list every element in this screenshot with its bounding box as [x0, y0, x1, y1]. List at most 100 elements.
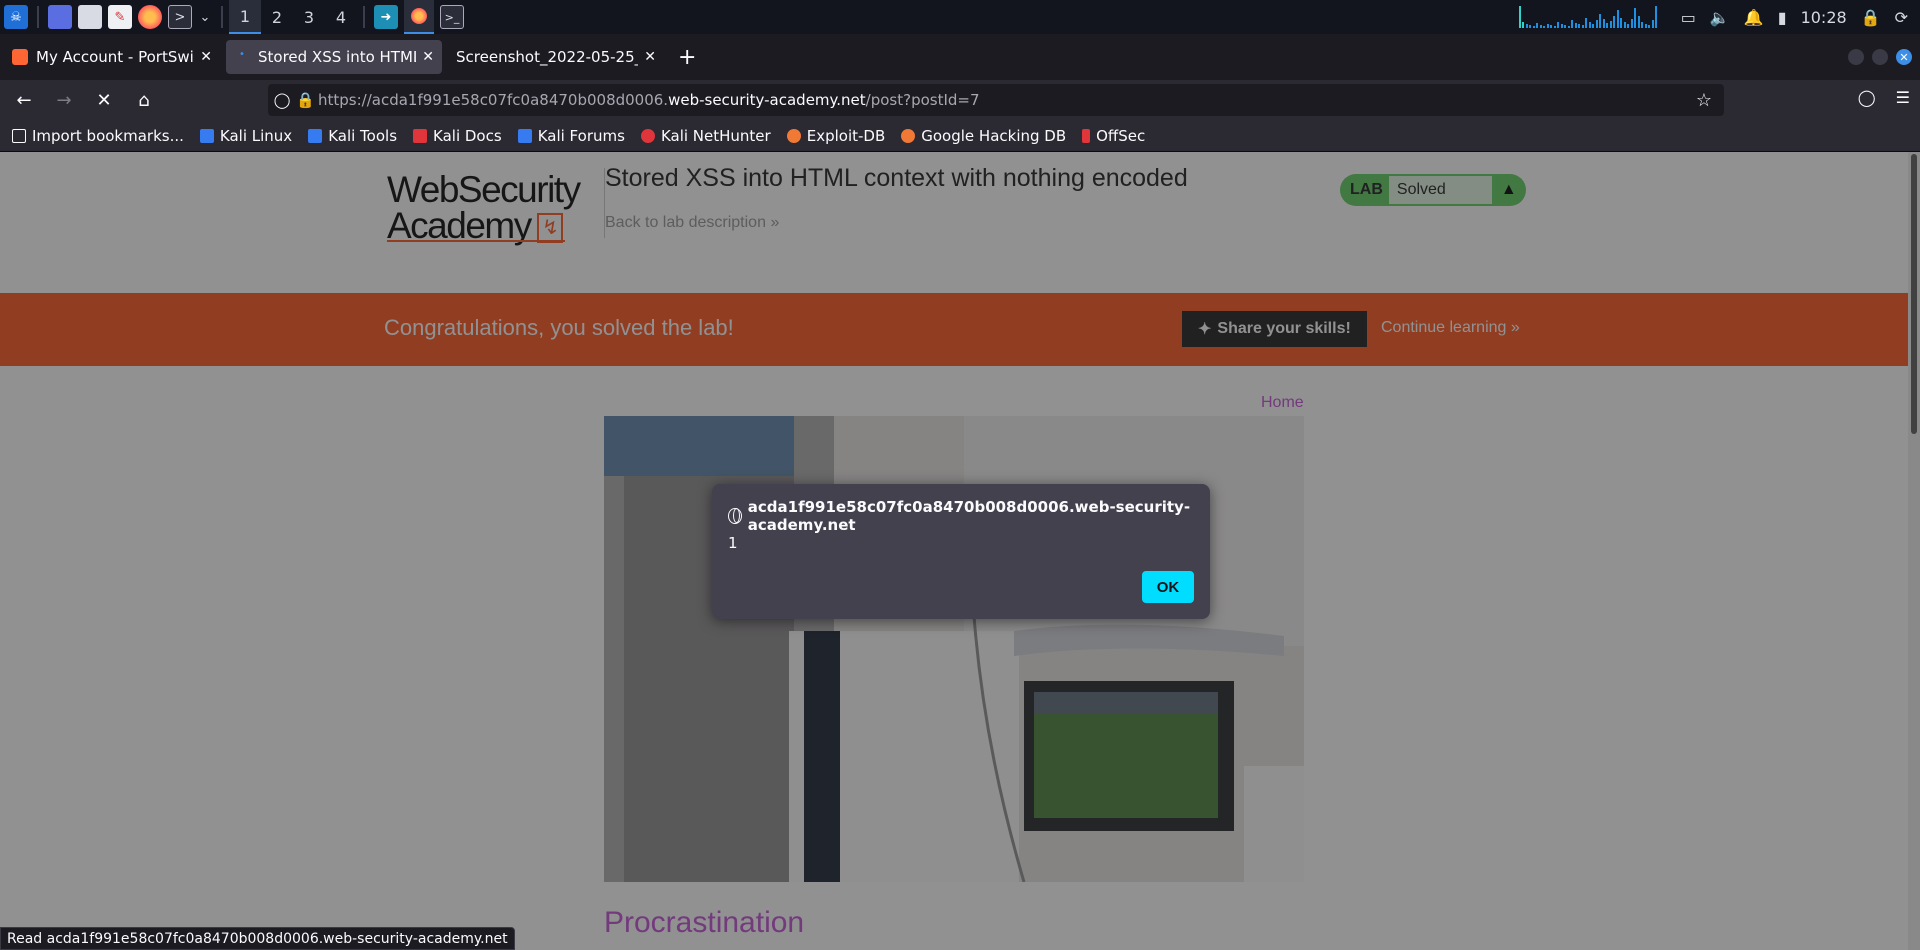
workspace-3[interactable]: 3: [293, 0, 325, 34]
pocket-icon[interactable]: ◯: [1858, 88, 1876, 107]
terminal-icon[interactable]: >: [168, 5, 192, 29]
cpu-graph-bar: [1637, 16, 1640, 28]
browser-tab[interactable]: Screenshot_2022-05-25_09_ ✕: [448, 40, 664, 74]
cpu-graph-bar: [1592, 24, 1595, 28]
battery-icon[interactable]: ▮: [1778, 8, 1787, 27]
dialog-message: 1: [728, 534, 738, 552]
url-domain: web-security-academy.net: [668, 91, 866, 109]
cpu-graph-bar: [1581, 25, 1584, 28]
cpu-graph-bar: [1536, 23, 1539, 28]
bookmark-kali-nethunter[interactable]: Kali NetHunter: [640, 126, 771, 145]
bookmark-star-icon[interactable]: ☆: [1696, 90, 1712, 111]
cpu-graph-bar: [1522, 22, 1525, 28]
bookmark-label: Kali NetHunter: [660, 126, 771, 145]
cpu-graph-bar: [1571, 20, 1574, 28]
shield-icon[interactable]: ◯: [268, 91, 296, 109]
browser-nav-bar: ← → ✕ ⌂ ◯ 🔒 https://acda1f991e58c07fc0a8…: [0, 80, 1920, 120]
portswigger-favicon-icon: [12, 49, 28, 65]
url-bar[interactable]: ◯ 🔒 https://acda1f991e58c07fc0a8470b008d…: [268, 84, 1724, 116]
url-path: /post?postId=7: [865, 91, 980, 109]
browser-tab-strip: My Account - PortSwigger ✕ • Stored XSS …: [0, 34, 1920, 80]
cpu-graph-bar: [1585, 18, 1588, 28]
workspace-4[interactable]: 4: [325, 0, 357, 34]
exploit-db-icon: [786, 128, 801, 143]
volume-icon[interactable]: 🔈: [1710, 8, 1730, 27]
bookmark-label: Kali Tools: [328, 126, 398, 145]
firefox-icon[interactable]: [138, 5, 162, 29]
cpu-graph-bar: [1567, 26, 1570, 28]
bookmark-offsec[interactable]: OffSec: [1082, 127, 1145, 145]
offsec-icon: [1082, 128, 1091, 143]
cpu-graph-bar: [1609, 21, 1612, 28]
cpu-graph-bar: [1630, 19, 1633, 28]
close-icon[interactable]: ✕: [644, 49, 656, 65]
kali-menu-icon[interactable]: ☠: [4, 5, 28, 29]
home-icon[interactable]: ⌂: [128, 84, 160, 116]
firefox-window-icon[interactable]: [404, 0, 434, 34]
browser-tab[interactable]: My Account - PortSwigger ✕: [4, 40, 220, 74]
desktop-icon[interactable]: [48, 5, 72, 29]
tab-label: Screenshot_2022-05-25_09_: [456, 48, 638, 66]
cpu-graph-bar: [1634, 8, 1637, 28]
lock-icon[interactable]: 🔒: [296, 91, 315, 109]
burp-window-icon[interactable]: ➜: [374, 5, 398, 29]
ok-button[interactable]: OK: [1142, 571, 1194, 603]
cpu-graph-bar: [1560, 24, 1563, 28]
taskbar-separator: [37, 6, 39, 28]
bookmark-label: Exploit-DB: [806, 126, 886, 145]
cpu-graph-bar: [1620, 18, 1623, 28]
lock-icon[interactable]: 🔒: [1861, 8, 1881, 27]
cpu-graph-bar: [1595, 20, 1598, 28]
browser-tab-active[interactable]: • Stored XSS into HTML con ✕: [226, 40, 442, 74]
new-tab-plus-icon[interactable]: +: [678, 45, 696, 70]
cpu-graph-bar: [1553, 26, 1556, 28]
bookmark-kali-tools[interactable]: Kali Tools: [308, 127, 397, 145]
bookmark-google-hacking-db[interactable]: Google Hacking DB: [901, 127, 1066, 145]
cpu-graph-bar: [1613, 16, 1616, 28]
forward-arrow-icon[interactable]: →: [48, 84, 80, 116]
maximize-icon[interactable]: [1872, 49, 1888, 65]
power-icon[interactable]: ⟳: [1895, 8, 1908, 27]
hamburger-menu-icon[interactable]: ☰: [1896, 88, 1910, 107]
workspace-2[interactable]: 2: [261, 0, 293, 34]
notification-bell-icon[interactable]: 🔔: [1744, 8, 1764, 27]
cpu-graph-bar: [1574, 23, 1577, 28]
back-arrow-icon[interactable]: ←: [8, 84, 40, 116]
bookmark-exploit-db[interactable]: Exploit-DB: [786, 126, 886, 145]
chevron-down-icon[interactable]: ⌄: [198, 5, 212, 29]
stop-loading-icon[interactable]: ✕: [88, 84, 120, 116]
cpu-graph-bar: [1641, 22, 1644, 28]
bookmark-label: OffSec: [1096, 126, 1146, 145]
cpu-graph-bar: [1518, 6, 1521, 28]
cpu-graph-bar: [1602, 19, 1605, 28]
minimize-icon[interactable]: [1848, 49, 1864, 65]
clock[interactable]: 10:28: [1801, 8, 1847, 27]
text-editor-icon[interactable]: ✎: [108, 5, 132, 29]
workspace-1[interactable]: 1: [229, 0, 261, 34]
bookmark-kali-linux[interactable]: Kali Linux: [199, 127, 292, 145]
cpu-graph-bar: [1588, 22, 1591, 28]
display-icon[interactable]: ▭: [1681, 8, 1696, 27]
tab-label: Stored XSS into HTML con: [258, 48, 416, 66]
bookmark-label: Import bookmarks...: [32, 126, 184, 145]
bookmark-import[interactable]: Import bookmarks...: [12, 127, 184, 145]
file-manager-icon[interactable]: [78, 5, 102, 29]
cpu-graph-bar: [1525, 24, 1528, 28]
cpu-graph-bar: [1557, 22, 1560, 28]
close-icon[interactable]: ✕: [422, 49, 434, 65]
cpu-graph-bar: [1599, 14, 1602, 28]
kali-tools-icon: [308, 128, 323, 143]
cpu-graph-bar: [1546, 24, 1549, 28]
close-window-icon[interactable]: ✕: [1896, 49, 1912, 65]
loading-icon: •: [239, 49, 245, 60]
url-text[interactable]: https://acda1f991e58c07fc0a8470b008d0006…: [318, 91, 980, 109]
bookmark-kali-forums[interactable]: Kali Forums: [517, 127, 625, 145]
terminal-window-icon[interactable]: >_: [440, 5, 464, 29]
cpu-graph-bar: [1616, 10, 1619, 28]
url-prefix: https://acda1f991e58c07fc0a8470b008d0006…: [318, 91, 669, 109]
bookmark-kali-docs[interactable]: Kali Docs: [413, 127, 502, 145]
cpu-graph-bar: [1543, 26, 1546, 28]
cpu-graph-bar: [1627, 24, 1630, 28]
close-icon[interactable]: ✕: [200, 49, 212, 65]
taskbar-separator: [221, 6, 223, 28]
